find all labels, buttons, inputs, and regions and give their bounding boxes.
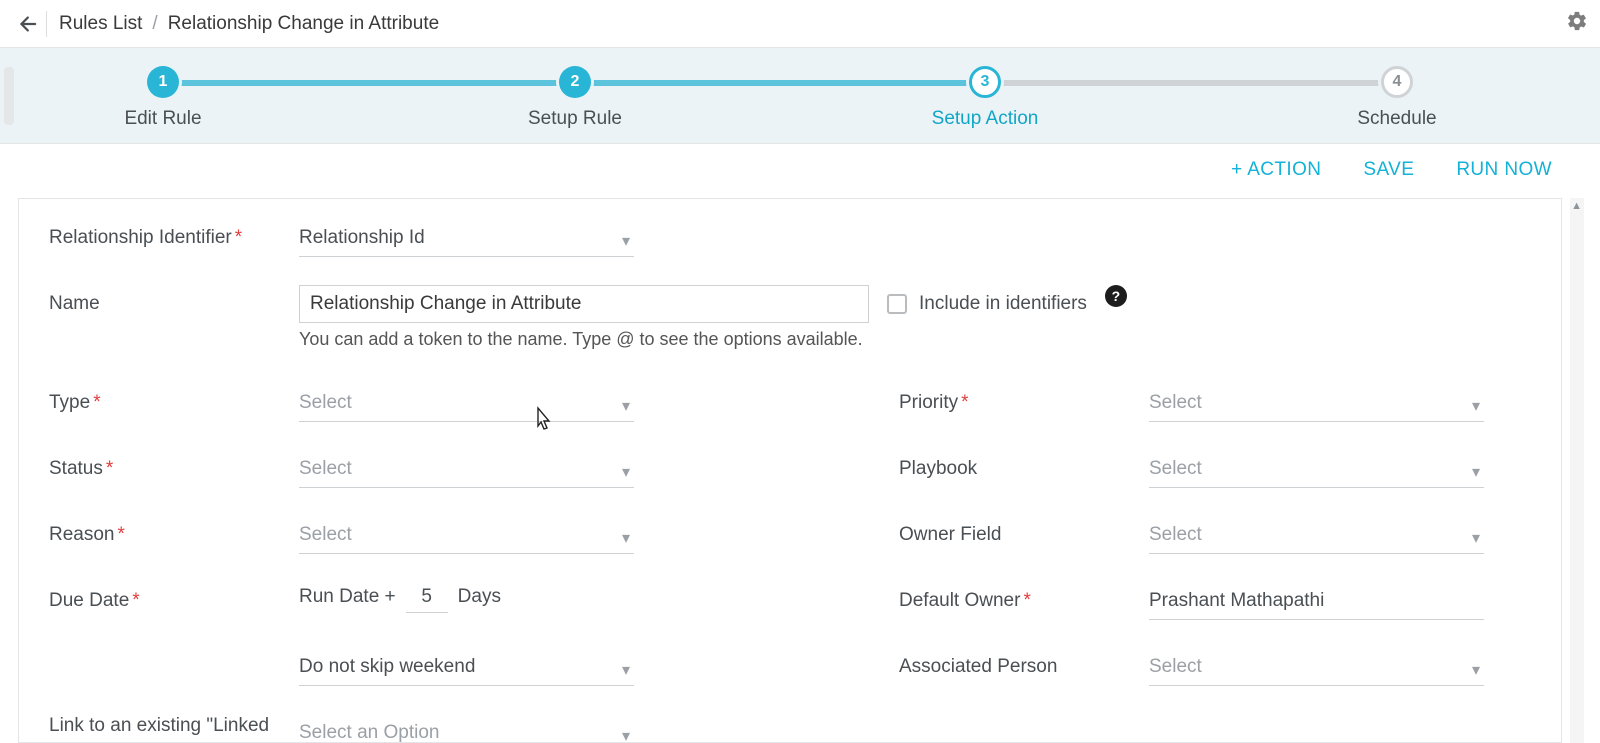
reason-label: Reason* [49, 516, 299, 546]
step-label: Setup Rule [465, 108, 685, 130]
status-select[interactable]: Select ▾ [299, 450, 634, 488]
step-setup-rule[interactable]: 2 Setup Rule [465, 66, 685, 130]
step-badge: 3 [969, 66, 1001, 98]
linked-object-select[interactable]: Select an Option ▾ [299, 714, 634, 742]
scroll-up-arrow-icon[interactable]: ▲ [1571, 200, 1582, 212]
stepper: 1 Edit Rule 2 Setup Rule 3 Setup Action … [0, 48, 1600, 144]
name-hint: You can add a token to the name. Type @ … [299, 329, 919, 350]
step-label: Schedule [1287, 108, 1507, 130]
playbook-label: Playbook [899, 450, 1149, 480]
add-action-button[interactable]: + ACTION [1231, 159, 1321, 181]
include-identifiers-checkbox[interactable] [887, 294, 907, 314]
action-row: + ACTION SAVE RUN NOW [0, 144, 1600, 196]
linked-object-label: Link to an existing "Linked Object" [49, 714, 299, 742]
help-icon[interactable]: ? [1105, 285, 1127, 307]
chevron-down-icon: ▾ [622, 660, 630, 680]
breadcrumb-current: Relationship Change in Attribute [168, 13, 439, 35]
scrollbar[interactable] [1570, 198, 1584, 743]
chevron-down-icon: ▾ [622, 726, 630, 742]
save-button[interactable]: SAVE [1363, 159, 1414, 181]
priority-label: Priority* [899, 384, 1149, 414]
panel-drag-handle[interactable] [4, 67, 14, 125]
type-select[interactable]: Select ▾ [299, 384, 634, 422]
divider [46, 11, 47, 37]
breadcrumb-root[interactable]: Rules List [59, 13, 142, 35]
step-label: Edit Rule [53, 108, 273, 130]
chevron-down-icon: ▾ [622, 396, 630, 416]
default-owner-field[interactable]: Prashant Mathapathi [1149, 582, 1484, 620]
due-date-prefix: Run Date + [299, 586, 396, 608]
relationship-identifier-select[interactable]: Relationship Id ▾ [299, 219, 634, 257]
step-label: Setup Action [875, 108, 1095, 130]
weekend-rule-select[interactable]: Do not skip weekend ▾ [299, 648, 634, 686]
form-panel: Relationship Identifier* Relationship Id… [18, 198, 1562, 743]
chevron-down-icon: ▾ [1472, 528, 1480, 548]
owner-field-select[interactable]: Select ▾ [1149, 516, 1484, 554]
name-label: Name [49, 285, 299, 315]
gear-icon[interactable] [1566, 10, 1588, 37]
name-input[interactable] [299, 285, 869, 323]
relationship-identifier-label: Relationship Identifier* [49, 219, 299, 249]
due-date-days-input[interactable] [406, 582, 448, 613]
associated-person-select[interactable]: Select ▾ [1149, 648, 1484, 686]
spacer [49, 648, 299, 656]
breadcrumb-bar: Rules List / Relationship Change in Attr… [0, 0, 1600, 48]
playbook-select[interactable]: Select ▾ [1149, 450, 1484, 488]
reason-select[interactable]: Select ▾ [299, 516, 634, 554]
step-edit-rule[interactable]: 1 Edit Rule [53, 66, 273, 130]
back-arrow-icon[interactable] [12, 10, 40, 38]
step-schedule[interactable]: 4 Schedule [1287, 66, 1507, 130]
chevron-down-icon: ▾ [1472, 462, 1480, 482]
breadcrumb-separator: / [152, 13, 157, 35]
status-label: Status* [49, 450, 299, 480]
step-badge: 2 [559, 66, 591, 98]
step-badge: 4 [1381, 66, 1413, 98]
due-date-suffix: Days [458, 586, 501, 608]
due-date-label: Due Date* [49, 582, 299, 612]
step-setup-action[interactable]: 3 Setup Action [875, 66, 1095, 130]
default-owner-label: Default Owner* [899, 582, 1149, 612]
chevron-down-icon: ▾ [1472, 396, 1480, 416]
owner-field-label: Owner Field [899, 516, 1149, 546]
priority-select[interactable]: Select ▾ [1149, 384, 1484, 422]
associated-person-label: Associated Person [899, 648, 1149, 678]
chevron-down-icon: ▾ [622, 231, 630, 251]
chevron-down-icon: ▾ [622, 462, 630, 482]
chevron-down-icon: ▾ [622, 528, 630, 548]
step-badge: 1 [147, 66, 179, 98]
run-now-button[interactable]: RUN NOW [1456, 159, 1552, 181]
type-label: Type* [49, 384, 299, 414]
chevron-down-icon: ▾ [1472, 660, 1480, 680]
include-identifiers-label: Include in identifiers [919, 293, 1087, 315]
